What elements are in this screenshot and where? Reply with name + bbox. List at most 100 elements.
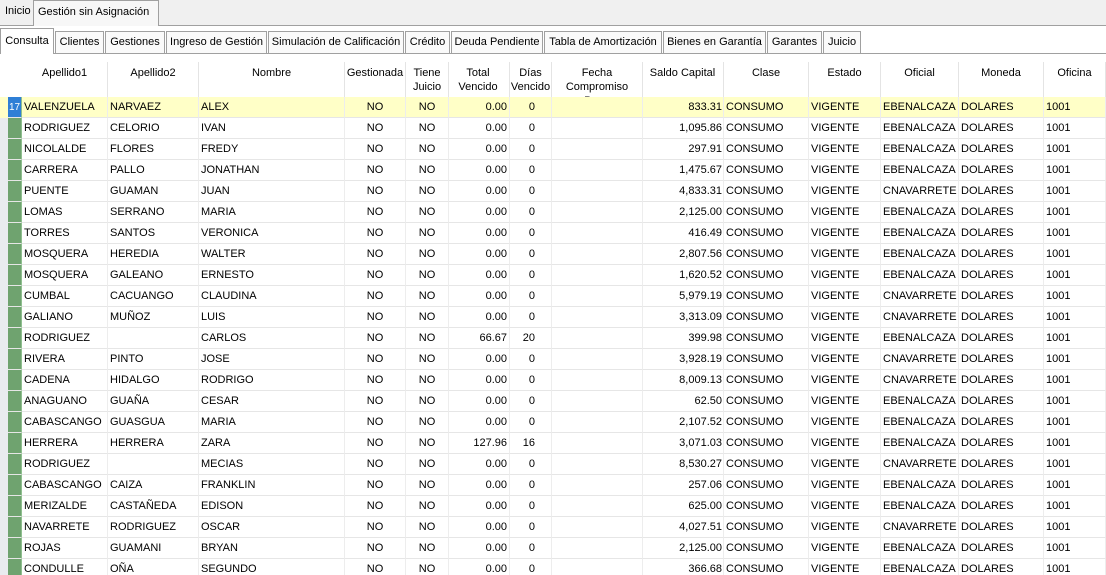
table-row[interactable]: RODRIGUEZ CELORIO IVAN NO NO 0.00 0 1,095.86 CON… <box>0 118 1106 139</box>
tiene-juicio-cell[interactable]: NO <box>406 244 449 265</box>
fecha-compromiso-cell[interactable] <box>552 349 643 370</box>
tiene-juicio-cell[interactable]: NO <box>406 265 449 286</box>
total-vencido-cell[interactable]: 127.96 <box>449 433 510 454</box>
col-header-fecha-compromiso[interactable]: Fecha Compromiso Pago <box>552 62 643 97</box>
oficial-cell[interactable]: CNAVARRETE <box>881 517 959 538</box>
moneda-cell[interactable]: DOLARES <box>959 97 1044 118</box>
tiene-juicio-cell[interactable]: NO <box>406 328 449 349</box>
nombre-cell[interactable]: BRYAN <box>199 538 345 559</box>
moneda-cell[interactable]: DOLARES <box>959 559 1044 575</box>
saldo-capital-cell[interactable]: 416.49 <box>643 223 724 244</box>
total-vencido-cell[interactable]: 0.00 <box>449 391 510 412</box>
gestionada-cell[interactable]: NO <box>345 349 406 370</box>
table-row[interactable]: MERIZALDE CASTAÑEDA EDISON NO NO 0.00 0 625.00 C… <box>0 496 1106 517</box>
total-vencido-cell[interactable]: 0.00 <box>449 559 510 575</box>
tab-gestion-sin-asignacion[interactable]: Gestión sin Asignación <box>33 0 159 26</box>
table-row[interactable]: CABASCANGO CAIZA FRANKLIN NO NO 0.00 0 257.06 CO… <box>0 475 1106 496</box>
oficina-cell[interactable]: 1001 <box>1044 139 1106 160</box>
apellido2-cell[interactable]: CACUANGO <box>108 286 199 307</box>
nombre-cell[interactable]: FREDY <box>199 139 345 160</box>
dias-vencido-cell[interactable]: 20 <box>510 328 552 349</box>
apellido1-cell[interactable]: RODRIGUEZ <box>22 118 108 139</box>
moneda-cell[interactable]: DOLARES <box>959 139 1044 160</box>
row-header[interactable] <box>8 370 22 391</box>
moneda-cell[interactable]: DOLARES <box>959 118 1044 139</box>
tab-ingreso-de-gestion[interactable]: Ingreso de Gestión <box>166 31 267 53</box>
saldo-capital-cell[interactable]: 4,833.31 <box>643 181 724 202</box>
oficina-cell[interactable]: 1001 <box>1044 265 1106 286</box>
tab-juicio[interactable]: Juicio <box>823 31 861 53</box>
tiene-juicio-cell[interactable]: NO <box>406 202 449 223</box>
apellido1-cell[interactable]: ANAGUANO <box>22 391 108 412</box>
gestionada-cell[interactable]: NO <box>345 160 406 181</box>
apellido2-cell[interactable]: SANTOS <box>108 223 199 244</box>
gestionada-cell[interactable]: NO <box>345 223 406 244</box>
moneda-cell[interactable]: DOLARES <box>959 433 1044 454</box>
estado-cell[interactable]: VIGENTE <box>809 97 881 118</box>
nombre-cell[interactable]: CARLOS <box>199 328 345 349</box>
oficial-cell[interactable]: EBENALCAZA <box>881 412 959 433</box>
oficina-cell[interactable]: 1001 <box>1044 454 1106 475</box>
oficina-cell[interactable]: 1001 <box>1044 517 1106 538</box>
fecha-compromiso-cell[interactable] <box>552 223 643 244</box>
row-header[interactable] <box>8 265 22 286</box>
gestionada-cell[interactable]: NO <box>345 286 406 307</box>
apellido1-cell[interactable]: CABASCANGO <box>22 412 108 433</box>
gestionada-cell[interactable]: NO <box>345 181 406 202</box>
gestionada-cell[interactable]: NO <box>345 454 406 475</box>
nombre-cell[interactable]: CLAUDINA <box>199 286 345 307</box>
nombre-cell[interactable]: ZARA <box>199 433 345 454</box>
gestionada-cell[interactable]: NO <box>345 517 406 538</box>
total-vencido-cell[interactable]: 0.00 <box>449 97 510 118</box>
apellido2-cell[interactable]: PALLO <box>108 160 199 181</box>
total-vencido-cell[interactable]: 0.00 <box>449 454 510 475</box>
gestionada-cell[interactable]: NO <box>345 328 406 349</box>
saldo-capital-cell[interactable]: 3,313.09 <box>643 307 724 328</box>
dias-vencido-cell[interactable]: 0 <box>510 475 552 496</box>
row-header[interactable] <box>8 349 22 370</box>
estado-cell[interactable]: VIGENTE <box>809 160 881 181</box>
oficina-cell[interactable]: 1001 <box>1044 370 1106 391</box>
moneda-cell[interactable]: DOLARES <box>959 160 1044 181</box>
apellido2-cell[interactable]: MUÑOZ <box>108 307 199 328</box>
saldo-capital-cell[interactable]: 2,107.52 <box>643 412 724 433</box>
moneda-cell[interactable]: DOLARES <box>959 538 1044 559</box>
col-header-gestionada[interactable]: Gestionada <box>345 62 406 97</box>
total-vencido-cell[interactable]: 0.00 <box>449 160 510 181</box>
total-vencido-cell[interactable]: 0.00 <box>449 244 510 265</box>
oficina-cell[interactable]: 1001 <box>1044 349 1106 370</box>
saldo-capital-cell[interactable]: 366.68 <box>643 559 724 575</box>
gestionada-cell[interactable]: NO <box>345 538 406 559</box>
total-vencido-cell[interactable]: 0.00 <box>449 475 510 496</box>
dias-vencido-cell[interactable]: 0 <box>510 496 552 517</box>
tiene-juicio-cell[interactable]: NO <box>406 118 449 139</box>
nombre-cell[interactable]: LUIS <box>199 307 345 328</box>
moneda-cell[interactable]: DOLARES <box>959 244 1044 265</box>
moneda-cell[interactable]: DOLARES <box>959 181 1044 202</box>
oficina-cell[interactable]: 1001 <box>1044 307 1106 328</box>
table-row[interactable]: RIVERA PINTO JOSE NO NO 0.00 0 3,928.19 CONSUMO V… <box>0 349 1106 370</box>
table-row[interactable]: ROJAS GUAMANI BRYAN NO NO 0.00 0 2,125.00 CONSUM… <box>0 538 1106 559</box>
total-vencido-cell[interactable]: 0.00 <box>449 202 510 223</box>
apellido1-cell[interactable]: RIVERA <box>22 349 108 370</box>
apellido1-cell[interactable]: CARRERA <box>22 160 108 181</box>
oficina-cell[interactable]: 1001 <box>1044 433 1106 454</box>
row-header[interactable] <box>8 496 22 517</box>
nombre-cell[interactable]: RODRIGO <box>199 370 345 391</box>
saldo-capital-cell[interactable]: 399.98 <box>643 328 724 349</box>
nombre-cell[interactable]: MECIAS <box>199 454 345 475</box>
tiene-juicio-cell[interactable]: NO <box>406 517 449 538</box>
oficina-cell[interactable]: 1001 <box>1044 202 1106 223</box>
row-header[interactable] <box>8 223 22 244</box>
gestionada-cell[interactable]: NO <box>345 433 406 454</box>
row-header[interactable] <box>8 160 22 181</box>
clase-cell[interactable]: CONSUMO <box>724 139 809 160</box>
dias-vencido-cell[interactable]: 0 <box>510 244 552 265</box>
col-header-clase[interactable]: Clase <box>724 62 809 97</box>
tiene-juicio-cell[interactable]: NO <box>406 223 449 244</box>
total-vencido-cell[interactable]: 66.67 <box>449 328 510 349</box>
clase-cell[interactable]: CONSUMO <box>724 307 809 328</box>
clase-cell[interactable]: CONSUMO <box>724 559 809 575</box>
dias-vencido-cell[interactable]: 0 <box>510 118 552 139</box>
row-header[interactable] <box>8 181 22 202</box>
